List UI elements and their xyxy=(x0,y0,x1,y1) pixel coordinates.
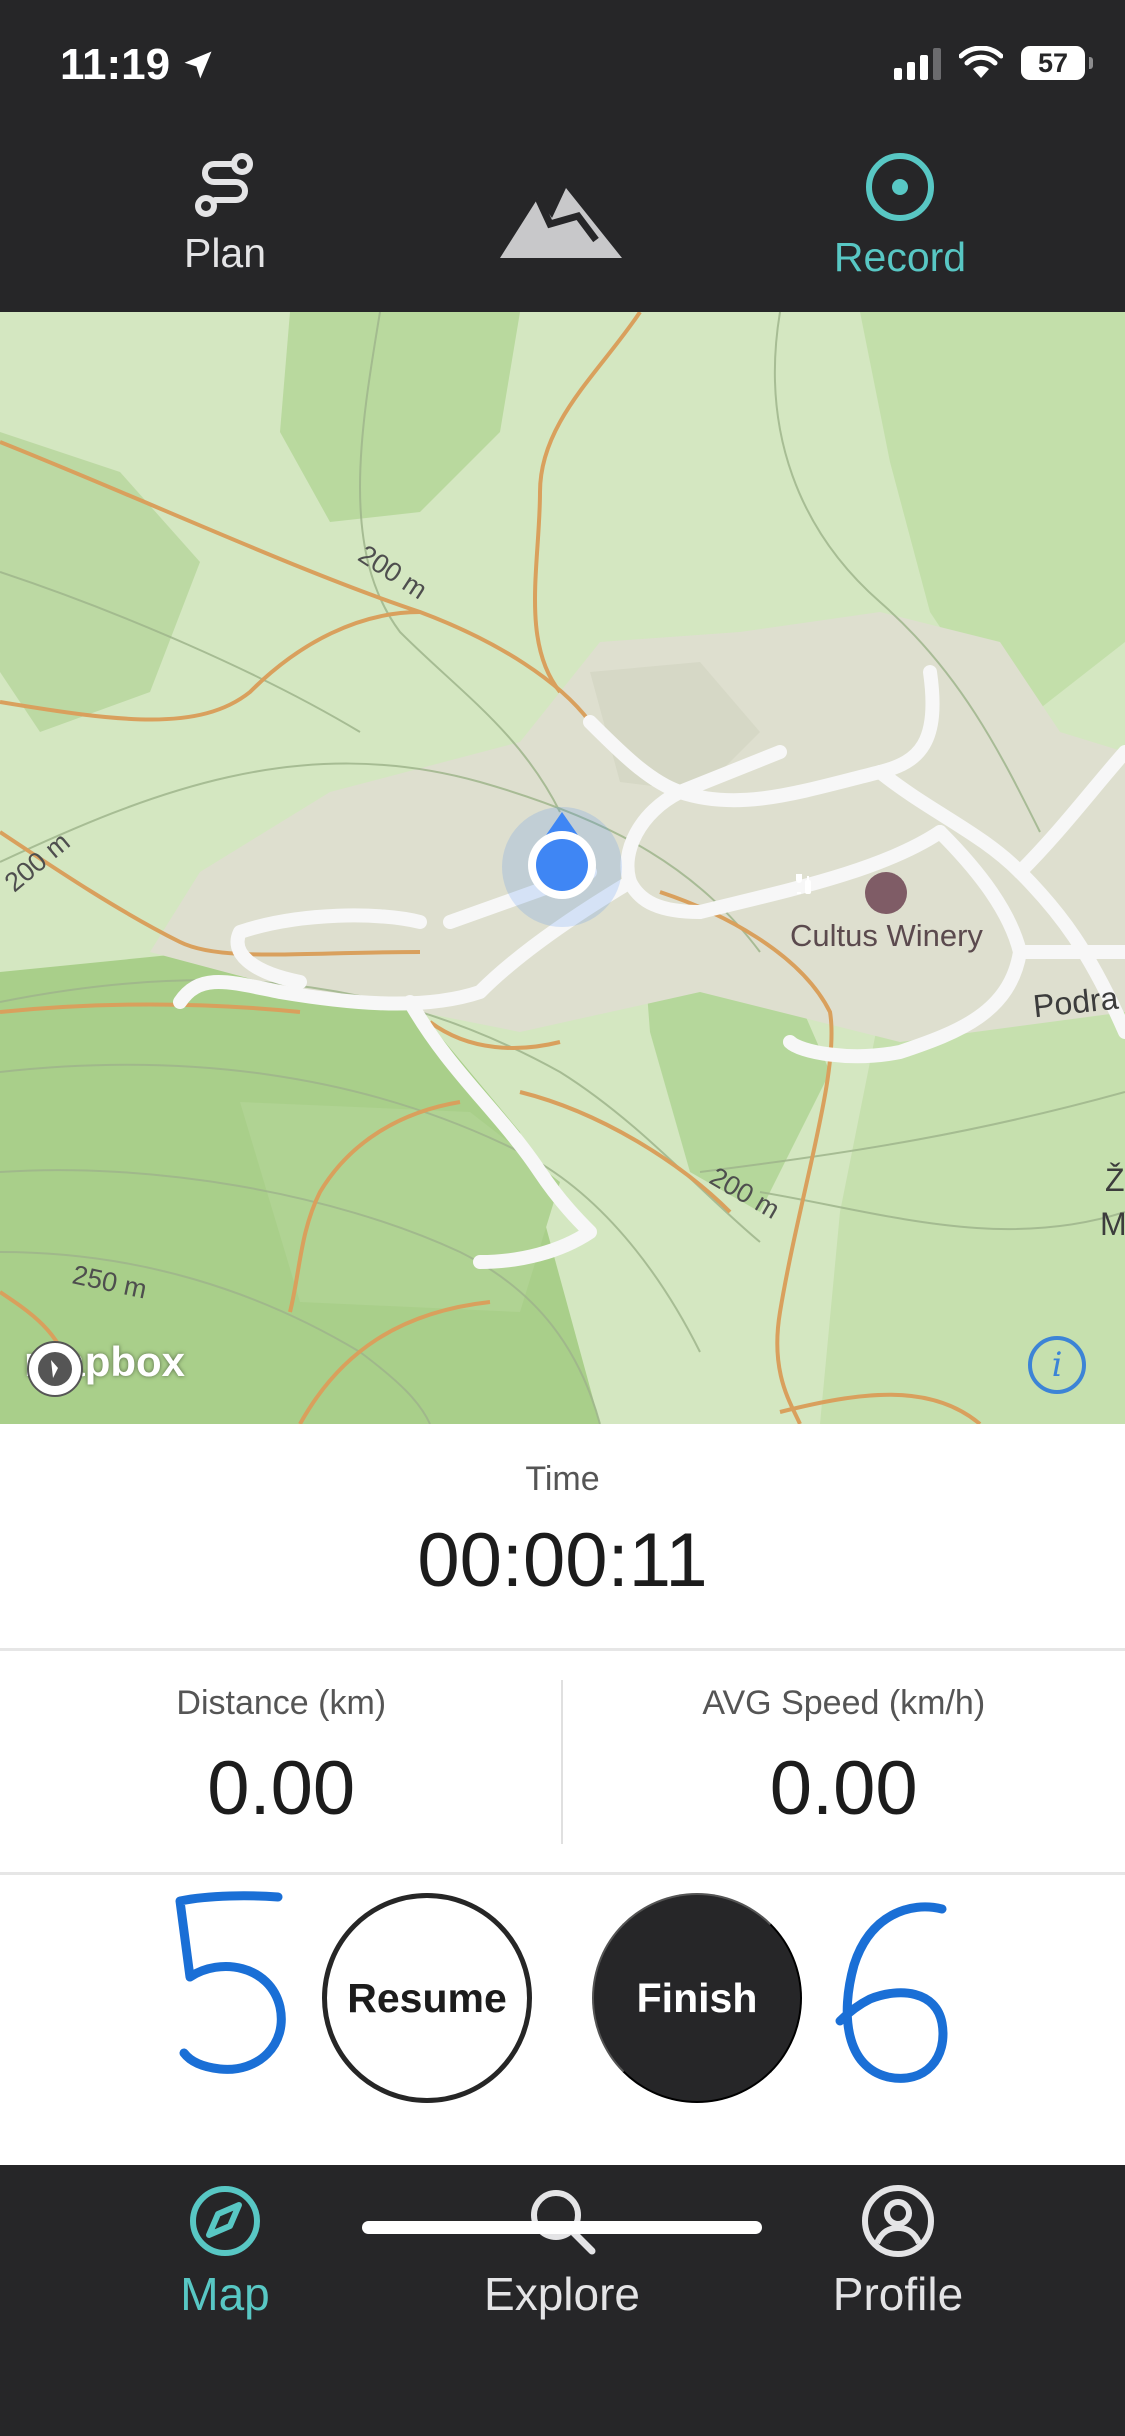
bottom-tab-bar: Map Explore Profile xyxy=(0,2165,1125,2436)
record-target-icon xyxy=(866,153,934,221)
speed-label: AVG Speed (km/h) xyxy=(702,1684,986,1722)
map-edge-label: Ž xyxy=(1105,1162,1125,1198)
recording-actions: 5 Resume Finish 6 xyxy=(0,1875,1125,2165)
time-value: 00:00:11 xyxy=(417,1518,708,1603)
handwritten-annotation-6 xyxy=(835,1902,948,2083)
resume-button[interactable]: Resume xyxy=(322,1893,532,2103)
poi-label: Cultus Winery xyxy=(790,918,983,953)
mapbox-logo-icon xyxy=(27,1341,83,1397)
profile-icon xyxy=(862,2185,934,2257)
tab-map[interactable]: Map xyxy=(75,2183,375,2321)
poi-marker[interactable]: Cultus Winery xyxy=(790,872,983,954)
map-view[interactable]: 200 m 200 m 200 m 250 m Cultus Winery Po… xyxy=(0,312,1125,1424)
compass-icon xyxy=(190,2186,260,2256)
wifi-icon xyxy=(959,46,1003,78)
stats-divider xyxy=(561,1680,563,1844)
time-label: Time xyxy=(525,1460,600,1498)
tab-record[interactable]: Record xyxy=(770,150,1030,281)
map-canvas xyxy=(0,312,1125,1424)
winery-icon xyxy=(796,872,908,914)
mapbox-attribution[interactable]: mapbox xyxy=(24,1338,185,1397)
tab-plan[interactable]: Plan xyxy=(95,150,355,277)
status-icons: 57 xyxy=(894,46,1093,80)
time-panel: Time 00:00:11 xyxy=(0,1424,1125,1651)
distance-label: Distance (km) xyxy=(176,1684,387,1722)
home-indicator xyxy=(362,2221,762,2234)
map-info-button[interactable]: i xyxy=(1028,1336,1086,1394)
stats-row: Distance (km) 0.00 AVG Speed (km/h) 0.00 xyxy=(0,1648,1125,1875)
distance-stat: Distance (km) 0.00 xyxy=(0,1648,563,1872)
tab-explore[interactable]: Explore xyxy=(412,2183,712,2321)
mountain-logo-icon[interactable] xyxy=(500,180,622,265)
speed-value: 0.00 xyxy=(769,1746,918,1831)
location-arrow-icon xyxy=(184,51,212,79)
annotation-label-5: 5 xyxy=(0,1875,1,1876)
speed-stat: AVG Speed (km/h) 0.00 xyxy=(563,1648,1125,1872)
annotation-label-6: 6 xyxy=(0,1875,1,1876)
map-edge-label: M xyxy=(1100,1206,1125,1242)
top-bar: 11:19 57 Plan Record xyxy=(0,0,1125,312)
tab-profile[interactable]: Profile xyxy=(748,2183,1048,2321)
signal-icon xyxy=(894,46,941,80)
info-icon: i xyxy=(1051,1345,1063,1385)
distance-value: 0.00 xyxy=(207,1746,356,1831)
status-time: 11:19 xyxy=(60,40,216,90)
battery-icon: 57 xyxy=(1021,46,1093,80)
handwritten-annotation-5 xyxy=(175,1891,286,2074)
finish-button[interactable]: Finish xyxy=(592,1893,802,2103)
route-icon xyxy=(195,153,253,217)
